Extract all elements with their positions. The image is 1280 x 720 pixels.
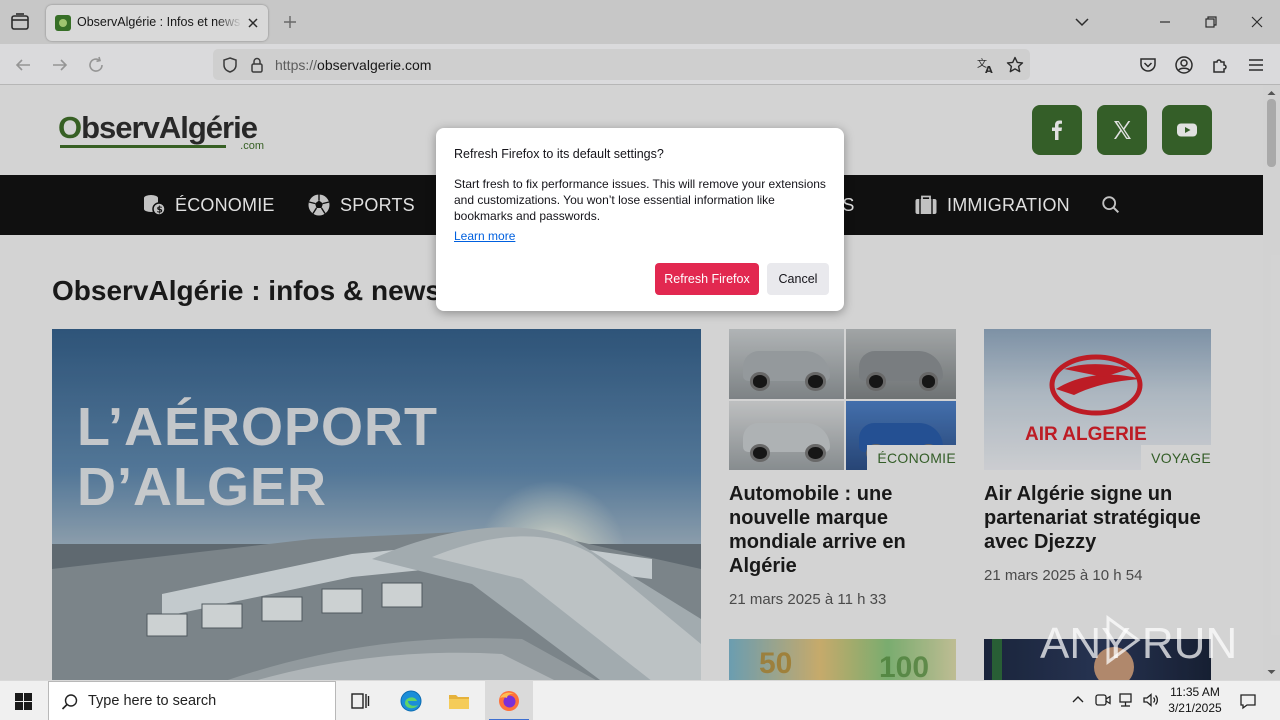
search-icon	[61, 694, 78, 710]
dialog-message: Start fresh to fix performance issues. T…	[454, 177, 826, 223]
taskbar-firefox[interactable]	[485, 681, 533, 720]
folder-icon	[449, 695, 469, 709]
modal-backdrop	[0, 0, 1280, 680]
svg-text:ANY RUN: ANY RUN	[1040, 619, 1235, 668]
dialog-title: Refresh Firefox to its default settings?	[454, 147, 664, 161]
windows-logo-icon	[15, 693, 32, 710]
cancel-button[interactable]: Cancel	[767, 263, 829, 295]
taskbar-file-explorer[interactable]	[435, 681, 483, 720]
refresh-firefox-dialog: Refresh Firefox to its default settings?…	[436, 128, 844, 311]
task-view-icon	[351, 693, 370, 709]
edge-icon	[400, 690, 422, 712]
anyrun-logo: ANY RUN	[1040, 615, 1237, 668]
network-icon[interactable]	[1118, 691, 1136, 709]
taskbar-edge[interactable]	[387, 681, 435, 720]
meet-now-icon[interactable]	[1094, 691, 1112, 709]
start-button[interactable]	[0, 681, 48, 720]
refresh-firefox-button[interactable]: Refresh Firefox	[655, 263, 759, 295]
clock-time: 11:35 AM	[1170, 685, 1220, 699]
system-clock[interactable]: 11:35 AM 3/21/2025	[1160, 684, 1230, 716]
anyrun-watermark: ANY RUN	[1040, 612, 1237, 668]
taskbar-search-box[interactable]: Type here to search	[48, 681, 336, 720]
volume-icon[interactable]	[1142, 691, 1160, 709]
show-hidden-icons-chevron-icon[interactable]	[1069, 691, 1087, 709]
firefox-icon	[499, 691, 519, 711]
task-view-button[interactable]	[336, 681, 384, 720]
clock-date: 3/21/2025	[1168, 701, 1222, 715]
search-placeholder: Type here to search	[88, 693, 217, 709]
notification-center-icon[interactable]	[1238, 691, 1258, 711]
windows-taskbar: Type here to search 11:35 AM 3/21/2025	[0, 680, 1280, 720]
learn-more-link[interactable]: Learn more	[454, 229, 515, 243]
